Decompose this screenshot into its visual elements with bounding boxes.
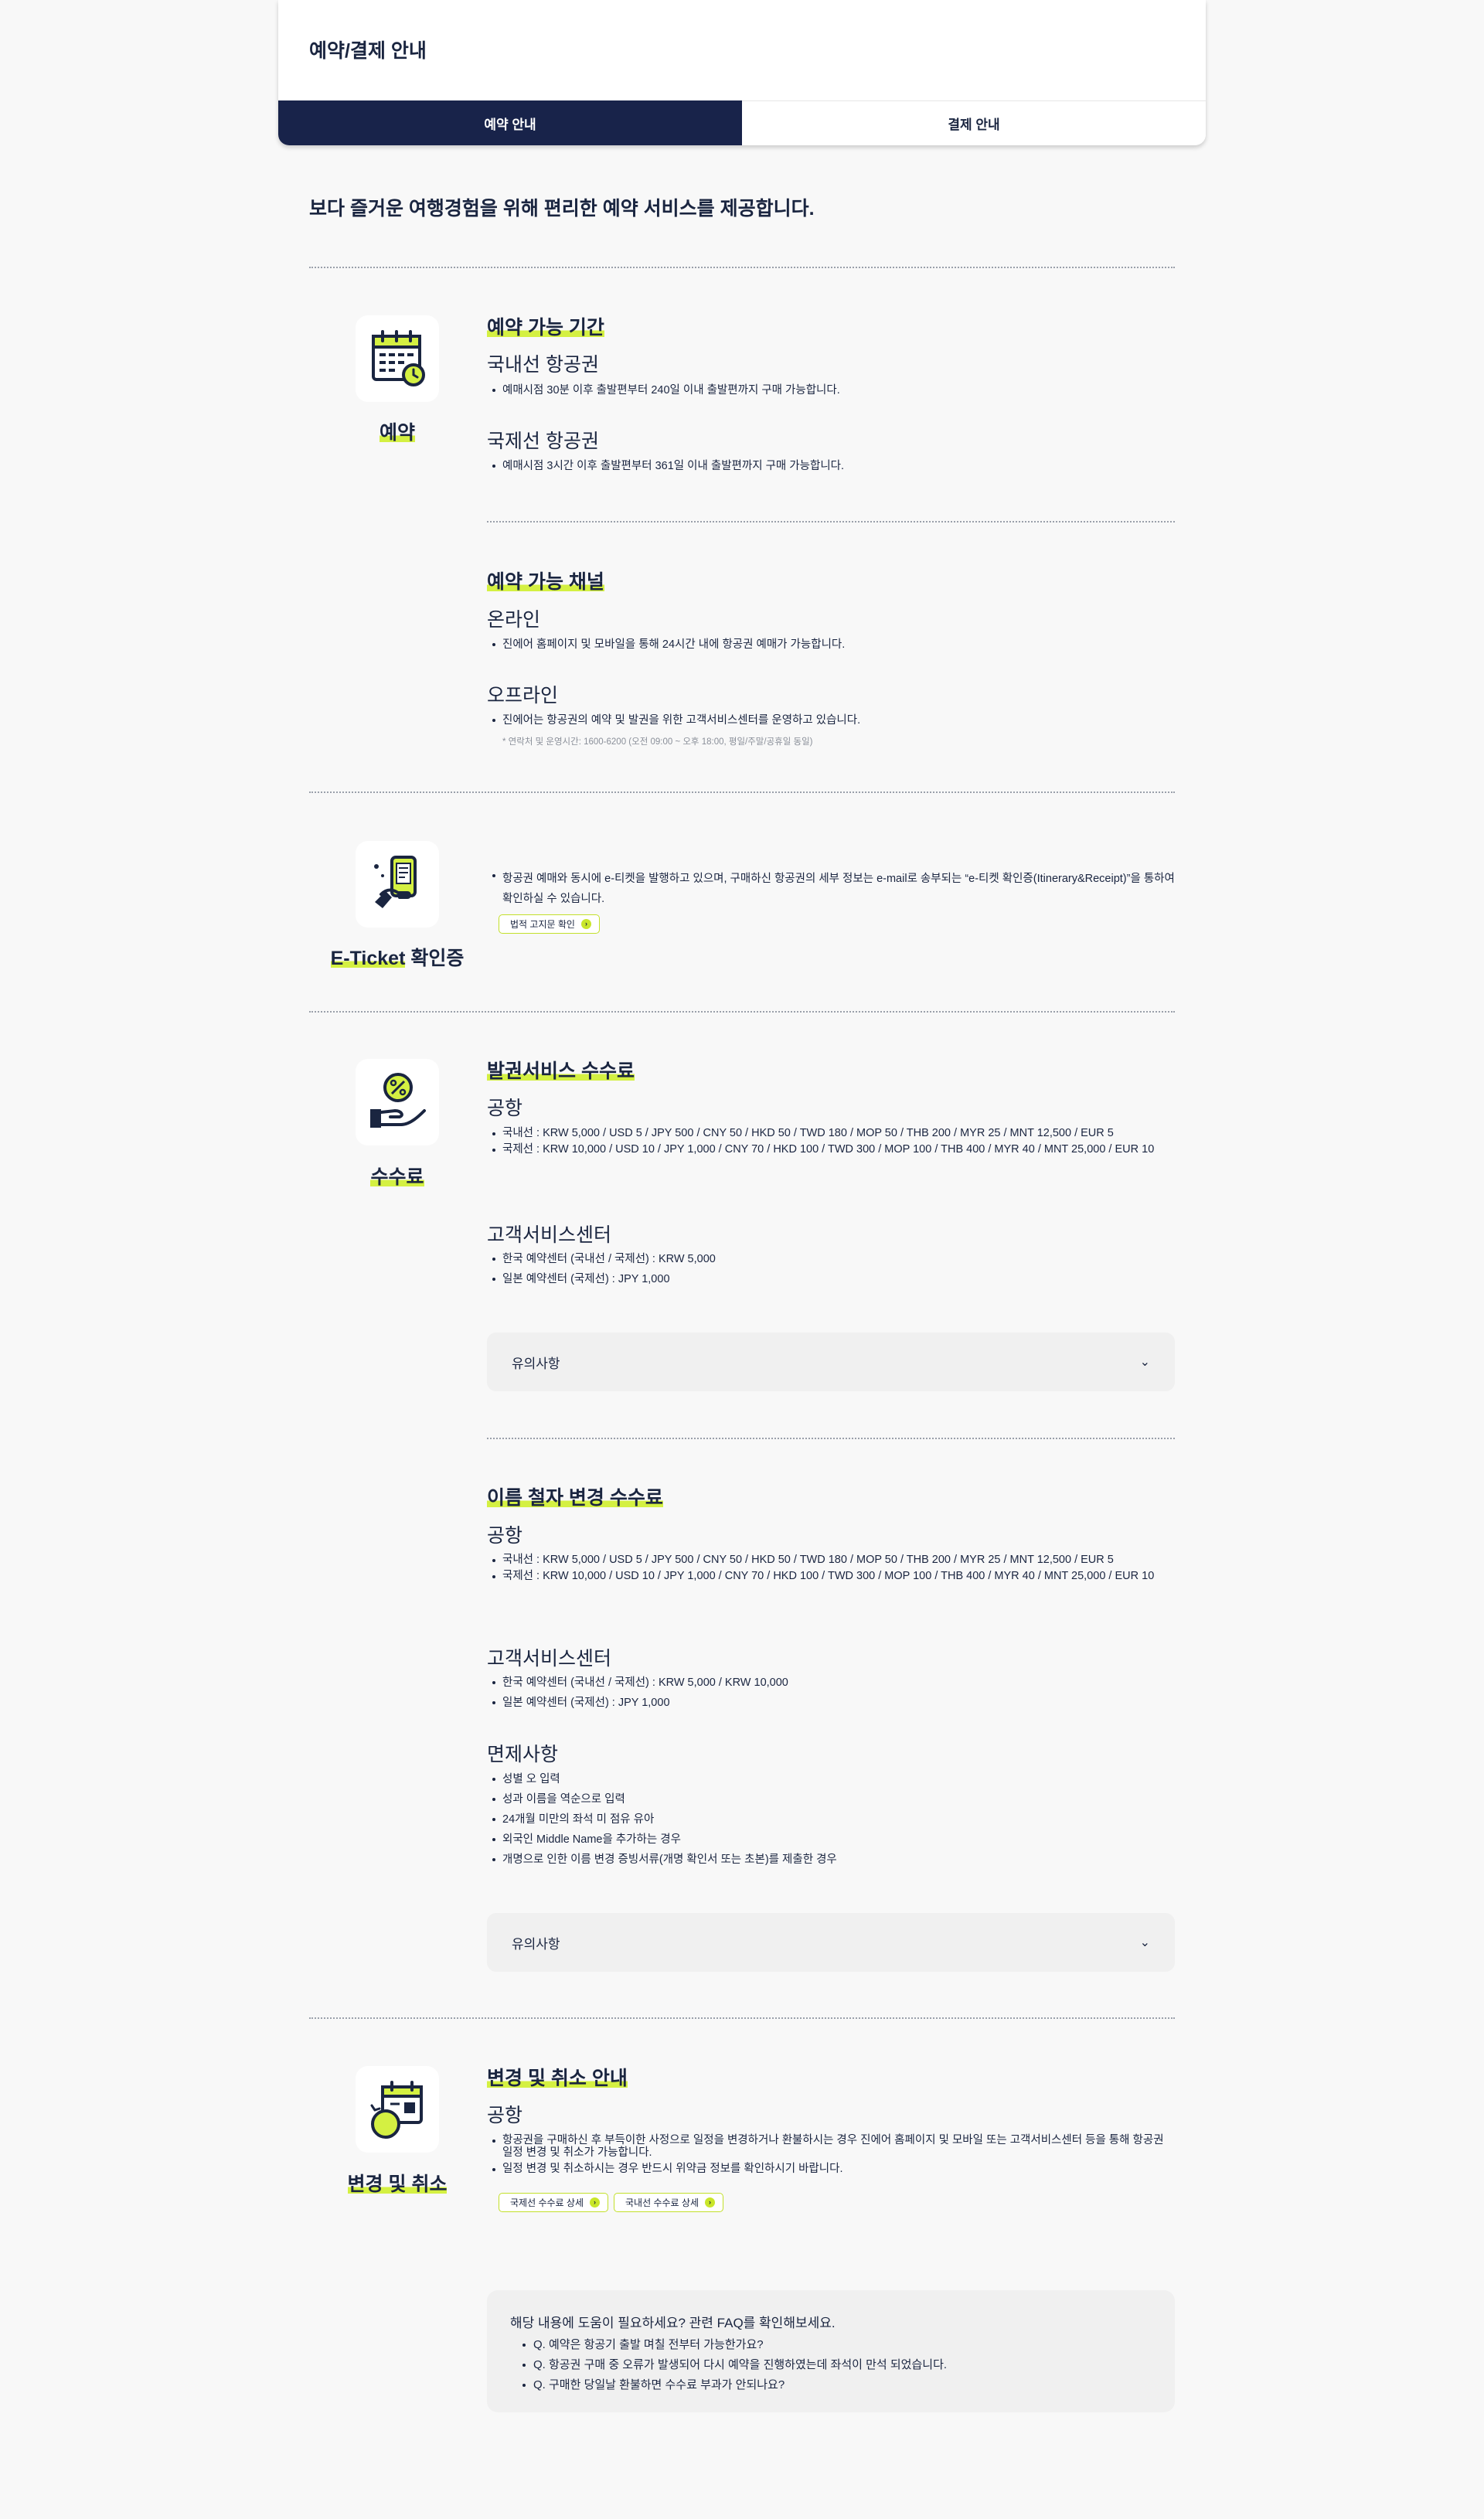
international-period-list: 예매시점 3시간 이후 출발편부터 361일 이내 출발편까지 구매 가능합니다… bbox=[487, 459, 1175, 479]
name-change-airport-list: 국내선 : KRW 5,000 / USD 5 / JPY 500 / CNY … bbox=[487, 1554, 1175, 1588]
list-item: 예매시점 30분 이후 출발편부터 240일 이내 출발편까지 구매 가능합니다… bbox=[487, 383, 1175, 398]
list-item: 국내선 : KRW 5,000 / USD 5 / JPY 500 / CNY … bbox=[487, 1127, 1175, 1139]
section-divider bbox=[309, 2017, 1175, 2019]
list-item: 성별 오 입력 bbox=[487, 1772, 1175, 1787]
issuance-center-title: 고객서비스센터 bbox=[487, 1224, 612, 1246]
change-airport-list: 항공권을 구매하신 후 부득이한 사정으로 일정을 변경하거나 환불하시는 경우… bbox=[487, 2134, 1175, 2180]
international-fee-detail-button[interactable]: 국제선 수수료 상세 › bbox=[499, 2193, 608, 2212]
domestic-fee-detail-button[interactable]: 국내선 수수료 상세 › bbox=[614, 2193, 723, 2212]
arrow-right-icon: › bbox=[580, 919, 591, 929]
list-item: 성과 이름을 역순으로 입력 bbox=[487, 1792, 1175, 1807]
arrow-right-icon: › bbox=[590, 2197, 600, 2208]
intro-text: 보다 즐거운 여행경험을 위해 편리한 예약 서비스를 제공합니다. bbox=[309, 198, 815, 220]
calendar-icon bbox=[356, 315, 439, 402]
list-item: 한국 예약센터 (국내선 / 국제선) : KRW 5,000 bbox=[487, 1252, 1175, 1267]
tab-payment-guide[interactable]: 결제 안내 bbox=[742, 100, 1206, 145]
list-item: 외국인 Middle Name을 추가하는 경우 bbox=[487, 1833, 1175, 1847]
faq-list: Q. 예약은 항공기 출발 며칠 전부터 가능한가요? Q. 항공권 구매 중 … bbox=[518, 2337, 947, 2397]
offline-contact-note: * 연락처 및 운영시간: 1600-6200 (오전 09:00 ~ 오후 1… bbox=[502, 737, 813, 747]
domestic-ticket-title: 국내선 항공권 bbox=[487, 354, 599, 376]
domestic-fee-detail-label: 국내선 수수료 상세 bbox=[625, 2197, 699, 2208]
page: 예약/결제 안내 예약 안내 결제 안내 보다 즐거운 여행경험을 위해 편리한… bbox=[0, 0, 1484, 2519]
faq-title: 해당 내용에 도움이 필요하세요? 관련 FAQ를 확인해보세요. bbox=[510, 2316, 836, 2330]
percent-hand-icon bbox=[356, 1059, 439, 1145]
list-item: 국제선 : KRW 10,000 / USD 10 / JPY 1,000 / … bbox=[487, 1570, 1175, 1582]
list-item: 진에어 홈페이지 및 모바일을 통해 24시간 내에 항공권 예매가 가능합니다… bbox=[487, 638, 1175, 652]
international-ticket-title: 국제선 항공권 bbox=[487, 431, 599, 452]
name-change-center-list: 한국 예약센터 (국내선 / 국제선) : KRW 5,000 / KRW 10… bbox=[487, 1676, 1175, 1716]
faq-link[interactable]: Q. 예약은 항공기 출발 며칠 전부터 가능한가요? bbox=[518, 2337, 947, 2354]
list-item: 국제선 : KRW 10,000 / USD 10 / JPY 1,000 / … bbox=[487, 1143, 1175, 1156]
section-divider bbox=[309, 791, 1175, 793]
section-label-reservation: 예약 bbox=[379, 422, 415, 444]
offline-list: 진에어는 항공권의 예약 및 발권을 위한 고객서비스센터를 운영하고 있습니다… bbox=[487, 713, 1175, 734]
list-item: 일본 예약센터 (국제선) : JPY 1,000 bbox=[487, 1272, 1175, 1287]
tab-bar: 예약 안내 결제 안내 bbox=[278, 100, 1206, 145]
list-item: 일정 변경 및 취소하시는 경우 반드시 위약금 정보를 확인하시기 바랍니다. bbox=[487, 2163, 1175, 2175]
list-item: 항공권을 구매하신 후 부득이한 사정으로 일정을 변경하거나 환불하시는 경우… bbox=[487, 2134, 1175, 2159]
page-title: 예약/결제 안내 bbox=[309, 40, 427, 62]
header-card: 예약/결제 안내 예약 안내 결제 안내 bbox=[278, 0, 1206, 145]
list-item: 24개월 미만의 좌석 미 점유 유아 bbox=[487, 1813, 1175, 1827]
list-item: 진에어는 항공권의 예약 및 발권을 위한 고객서비스센터를 운영하고 있습니다… bbox=[487, 713, 1175, 728]
arrow-right-icon: › bbox=[705, 2197, 715, 2208]
accordion-label: 유의사항 bbox=[512, 1936, 560, 1952]
eticket-list: 항공권 예매와 동시에 e-티켓을 발행하고 있으며, 구매하신 항공권의 세부… bbox=[487, 869, 1175, 914]
list-item: 한국 예약센터 (국내선 / 국제선) : KRW 5,000 / KRW 10… bbox=[487, 1676, 1175, 1690]
name-change-airport-title: 공항 bbox=[487, 1525, 523, 1547]
list-item: 국내선 : KRW 5,000 / USD 5 / JPY 500 / CNY … bbox=[487, 1554, 1175, 1566]
channels-title: 예약 가능 채널 bbox=[487, 571, 604, 593]
exemption-title: 면제사항 bbox=[487, 1744, 559, 1765]
name-change-center-title: 고객서비스센터 bbox=[487, 1648, 612, 1670]
online-title: 온라인 bbox=[487, 609, 541, 631]
issuance-fee-title: 발권서비스 수수료 bbox=[487, 1060, 635, 1082]
period-title: 예약 가능 기간 bbox=[487, 317, 604, 339]
offline-title: 오프라인 bbox=[487, 685, 559, 706]
section-label-fees: 수수료 bbox=[370, 1166, 424, 1188]
calendar-clock-icon bbox=[356, 2066, 439, 2153]
international-fee-detail-label: 국제선 수수료 상세 bbox=[510, 2197, 584, 2208]
list-item: 개명으로 인한 이름 변경 증빙서류(개명 확인서 또는 초본)를 제출한 경우 bbox=[487, 1853, 1175, 1867]
name-change-notice-accordion[interactable]: 유의사항 ⌄ bbox=[487, 1913, 1175, 1972]
list-item: 일본 예약센터 (국제선) : JPY 1,000 bbox=[487, 1696, 1175, 1711]
chevron-down-icon: ⌄ bbox=[1139, 1936, 1150, 1949]
tab-reservation-guide[interactable]: 예약 안내 bbox=[278, 100, 742, 145]
issuance-center-list: 한국 예약센터 (국내선 / 국제선) : KRW 5,000 일본 예약센터 … bbox=[487, 1252, 1175, 1292]
subsection-divider bbox=[487, 1438, 1175, 1439]
faq-box: 해당 내용에 도움이 필요하세요? 관련 FAQ를 확인해보세요. Q. 예약은… bbox=[487, 2290, 1175, 2412]
list-item: 항공권 예매와 동시에 e-티켓을 발행하고 있으며, 구매하신 항공권의 세부… bbox=[487, 869, 1175, 909]
section-divider bbox=[309, 1011, 1175, 1013]
exemption-list: 성별 오 입력 성과 이름을 역순으로 입력 24개월 미만의 좌석 미 점유 … bbox=[487, 1772, 1175, 1873]
chevron-down-icon: ⌄ bbox=[1139, 1356, 1150, 1369]
subsection-divider bbox=[487, 521, 1175, 523]
domestic-period-list: 예매시점 30분 이후 출발편부터 240일 이내 출발편까지 구매 가능합니다… bbox=[487, 383, 1175, 403]
issuance-airport-title: 공항 bbox=[487, 1098, 523, 1119]
issuance-notice-accordion[interactable]: 유의사항 ⌄ bbox=[487, 1333, 1175, 1391]
change-airport-title: 공항 bbox=[487, 2105, 523, 2126]
section-label-eticket: E-Ticket 확인증 bbox=[330, 948, 465, 969]
list-item: 예매시점 3시간 이후 출발편부터 361일 이내 출발편까지 구매 가능합니다… bbox=[487, 459, 1175, 474]
legal-notice-label: 법적 고지문 확인 bbox=[510, 919, 575, 930]
change-cancel-title: 변경 및 취소 안내 bbox=[487, 2068, 628, 2089]
name-change-fee-title: 이름 철자 변경 수수료 bbox=[487, 1487, 663, 1509]
online-list: 진에어 홈페이지 및 모바일을 통해 24시간 내에 항공권 예매가 가능합니다… bbox=[487, 638, 1175, 658]
section-label-change: 변경 및 취소 bbox=[347, 2173, 448, 2195]
accordion-label: 유의사항 bbox=[512, 1356, 560, 1371]
phone-ticket-icon bbox=[356, 841, 439, 928]
issuance-airport-list: 국내선 : KRW 5,000 / USD 5 / JPY 500 / CNY … bbox=[487, 1127, 1175, 1161]
faq-link[interactable]: Q. 항공권 구매 중 오류가 발생되어 다시 예약을 진행하였는데 좌석이 만… bbox=[518, 2357, 947, 2374]
section-divider bbox=[309, 267, 1175, 268]
legal-notice-button[interactable]: 법적 고지문 확인 › bbox=[499, 914, 600, 934]
faq-link[interactable]: Q. 구매한 당일날 환불하면 수수료 부과가 안되나요? bbox=[518, 2377, 947, 2394]
